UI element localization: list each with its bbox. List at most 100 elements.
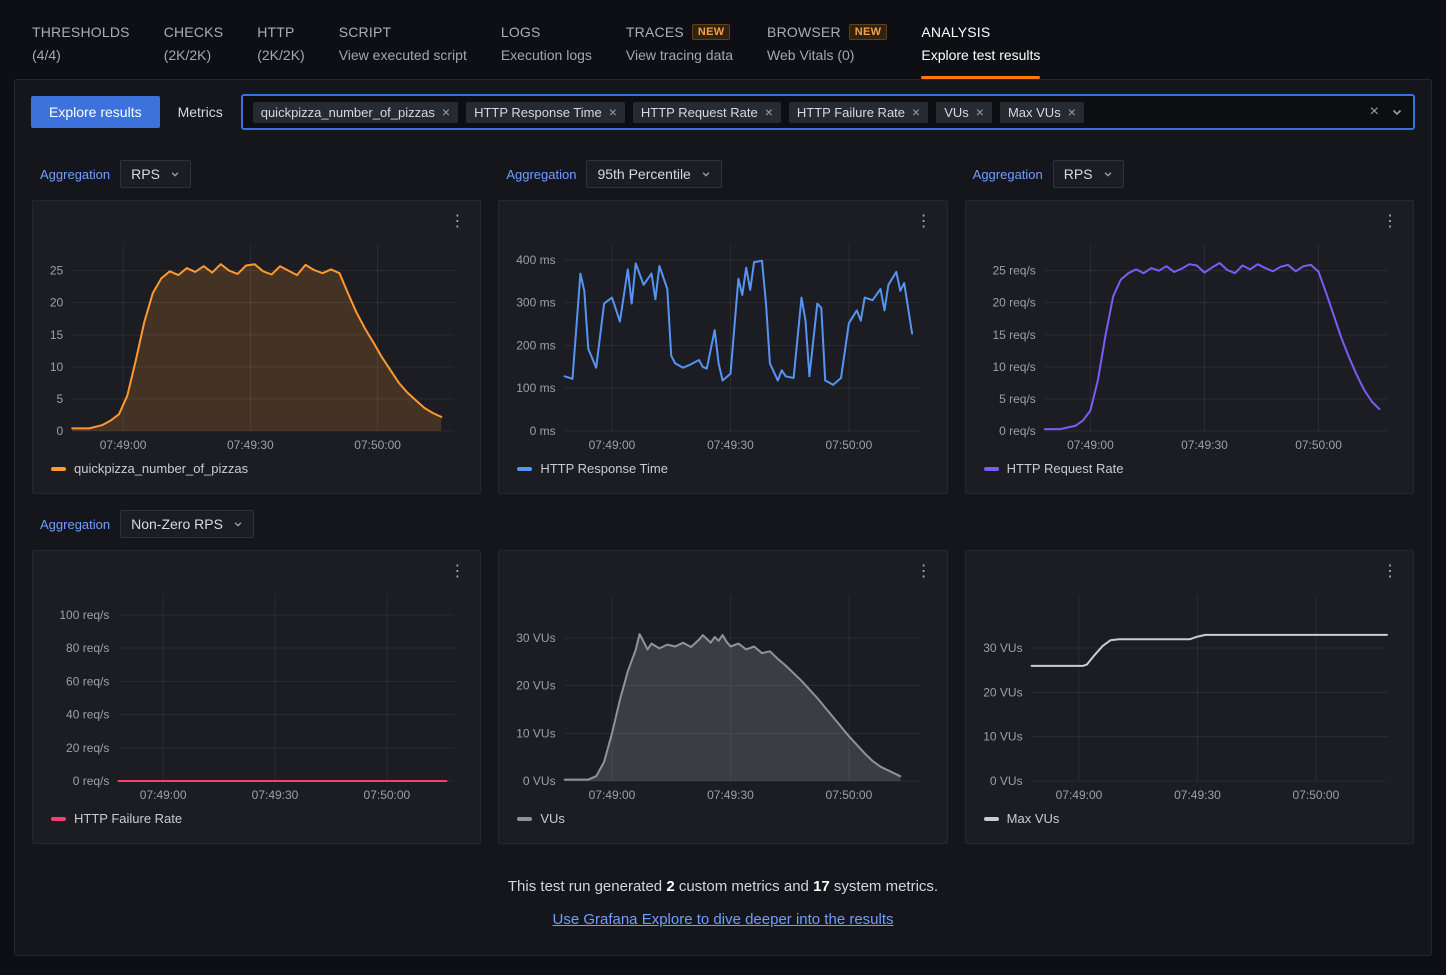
chevron-down-icon [1103,166,1113,182]
chart-quickpizza-number-of-pizzas[interactable]: 051015202507:49:0007:49:3007:50:00 [43,231,470,457]
metrics-multiselect[interactable]: quickpizza_number_of_pizzas × HTTP Respo… [241,94,1415,130]
tab-logs[interactable]: LOGS Execution logs [501,24,592,79]
svg-text:0 req/s: 0 req/s [73,774,110,788]
svg-text:300 ms: 300 ms [517,296,556,310]
chart-max-vus[interactable]: 0 VUs10 VUs20 VUs30 VUs07:49:0007:49:300… [976,581,1403,807]
svg-text:07:49:00: 07:49:00 [140,788,187,802]
metric-tag: quickpizza_number_of_pizzas × [253,102,458,123]
tab-subtitle: (4/4) [32,47,130,63]
legend-label: HTTP Response Time [540,461,668,476]
tab-analysis[interactable]: ANALYSIS Explore test results [921,24,1040,79]
remove-tag-icon[interactable]: × [609,105,617,119]
legend-label: quickpizza_number_of_pizzas [74,461,248,476]
panel-menu-icon[interactable]: ⋮ [1375,209,1405,233]
tab-browser[interactable]: BROWSER NEW Web Vitals (0) [767,24,887,79]
tab-subtitle: Explore test results [921,47,1040,63]
aggregation-select-rps-1[interactable]: RPS [120,160,191,188]
new-badge: NEW [692,24,731,40]
svg-text:5 req/s: 5 req/s [999,392,1036,406]
results-toolbar: Explore results Metrics quickpizza_numbe… [15,80,1431,144]
svg-text:07:49:00: 07:49:00 [1067,438,1114,452]
svg-text:0 VUs: 0 VUs [523,774,556,788]
svg-text:100 req/s: 100 req/s [59,608,109,622]
explore-results-button[interactable]: Explore results [31,96,160,128]
chart-http-request-rate[interactable]: 0 req/s5 req/s10 req/s15 req/s20 req/s25… [976,231,1403,457]
legend-swatch [984,817,999,821]
legend-item[interactable]: HTTP Request Rate [976,457,1403,476]
chevron-down-icon [170,166,180,182]
panel-vus: ⋮ 0 VUs10 VUs20 VUs30 VUs07:49:0007:49:3… [498,550,947,844]
svg-text:15 req/s: 15 req/s [992,328,1035,342]
clear-all-icon[interactable]: × [1370,104,1379,120]
tab-http[interactable]: HTTP (2K/2K) [257,24,304,79]
chevron-down-icon[interactable] [1391,106,1403,118]
aggregation-row-1: Aggregation RPS Aggregation 95th Percent… [15,160,1431,188]
svg-text:20 req/s: 20 req/s [992,296,1035,310]
svg-text:25 req/s: 25 req/s [992,264,1035,278]
tab-traces[interactable]: TRACES NEW View tracing data [626,24,733,79]
panels-row-1: ⋮ 051015202507:49:0007:49:3007:50:00 qui… [15,200,1431,494]
svg-text:07:49:30: 07:49:30 [227,438,274,452]
legend-item[interactable]: VUs [509,807,936,826]
panel-menu-icon[interactable]: ⋮ [909,209,939,233]
aggregation-select-percentile[interactable]: 95th Percentile [586,160,721,188]
remove-tag-icon[interactable]: × [1068,105,1076,119]
grafana-explore-link[interactable]: Use Grafana Explore to dive deeper into … [552,911,893,928]
legend-label: VUs [540,811,565,826]
svg-text:40 req/s: 40 req/s [66,708,109,722]
svg-text:80 req/s: 80 req/s [66,641,109,655]
tab-subtitle: View executed script [339,47,467,63]
remove-tag-icon[interactable]: × [912,105,920,119]
svg-text:0: 0 [57,424,64,438]
remove-tag-icon[interactable]: × [442,105,450,119]
svg-text:07:49:00: 07:49:00 [1055,788,1102,802]
svg-text:400 ms: 400 ms [517,253,556,267]
svg-text:5: 5 [57,392,64,406]
panel-menu-icon[interactable]: ⋮ [1375,559,1405,583]
svg-text:07:49:00: 07:49:00 [100,438,147,452]
legend-item[interactable]: quickpizza_number_of_pizzas [43,457,470,476]
tab-checks[interactable]: CHECKS (2K/2K) [164,24,224,79]
system-metrics-count: 17 [813,878,830,895]
tab-title: CHECKS [164,24,224,40]
new-badge: NEW [849,24,888,40]
svg-text:30 VUs: 30 VUs [983,641,1022,655]
panel-menu-icon[interactable]: ⋮ [442,559,472,583]
panel-quickpizza-number-of-pizzas: ⋮ 051015202507:49:0007:49:3007:50:00 qui… [32,200,481,494]
tab-subtitle: View tracing data [626,47,733,63]
remove-tag-icon[interactable]: × [976,105,984,119]
tab-subtitle: (2K/2K) [257,47,304,63]
tab-script[interactable]: SCRIPT View executed script [339,24,467,79]
chart-http-failure-rate[interactable]: 0 req/s20 req/s40 req/s60 req/s80 req/s1… [43,581,470,807]
aggregation-label: Aggregation [973,167,1043,182]
tab-title: TRACES NEW [626,24,733,40]
custom-metrics-count: 2 [666,878,674,895]
svg-text:07:50:00: 07:50:00 [826,788,873,802]
metric-tag: Max VUs × [1000,102,1084,123]
svg-text:07:50:00: 07:50:00 [826,438,873,452]
svg-text:07:50:00: 07:50:00 [364,788,411,802]
tab-subtitle: (2K/2K) [164,47,224,63]
aggregation-select-non-zero-rps[interactable]: Non-Zero RPS [120,510,254,538]
tab-title: HTTP [257,24,304,40]
tab-thresholds[interactable]: THRESHOLDS (4/4) [32,24,130,79]
tab-title: SCRIPT [339,24,467,40]
panel-menu-icon[interactable]: ⋮ [909,559,939,583]
svg-text:10 VUs: 10 VUs [517,726,556,740]
legend-item[interactable]: HTTP Failure Rate [43,807,470,826]
legend-swatch [517,467,532,471]
svg-text:60 req/s: 60 req/s [66,674,109,688]
aggregation-label: Aggregation [40,517,110,532]
panel-menu-icon[interactable]: ⋮ [442,209,472,233]
svg-text:07:50:00: 07:50:00 [1295,438,1342,452]
panels-row-2: ⋮ 0 req/s20 req/s40 req/s60 req/s80 req/… [15,550,1431,844]
chart-http-response-time[interactable]: 0 ms100 ms200 ms300 ms400 ms07:49:0007:4… [509,231,936,457]
chart-vus[interactable]: 0 VUs10 VUs20 VUs30 VUs07:49:0007:49:300… [509,581,936,807]
svg-text:07:50:00: 07:50:00 [354,438,401,452]
svg-text:07:49:30: 07:49:30 [1174,788,1221,802]
svg-text:07:49:30: 07:49:30 [707,438,754,452]
legend-item[interactable]: HTTP Response Time [509,457,936,476]
remove-tag-icon[interactable]: × [765,105,773,119]
legend-item[interactable]: Max VUs [976,807,1403,826]
aggregation-select-rps-2[interactable]: RPS [1053,160,1124,188]
